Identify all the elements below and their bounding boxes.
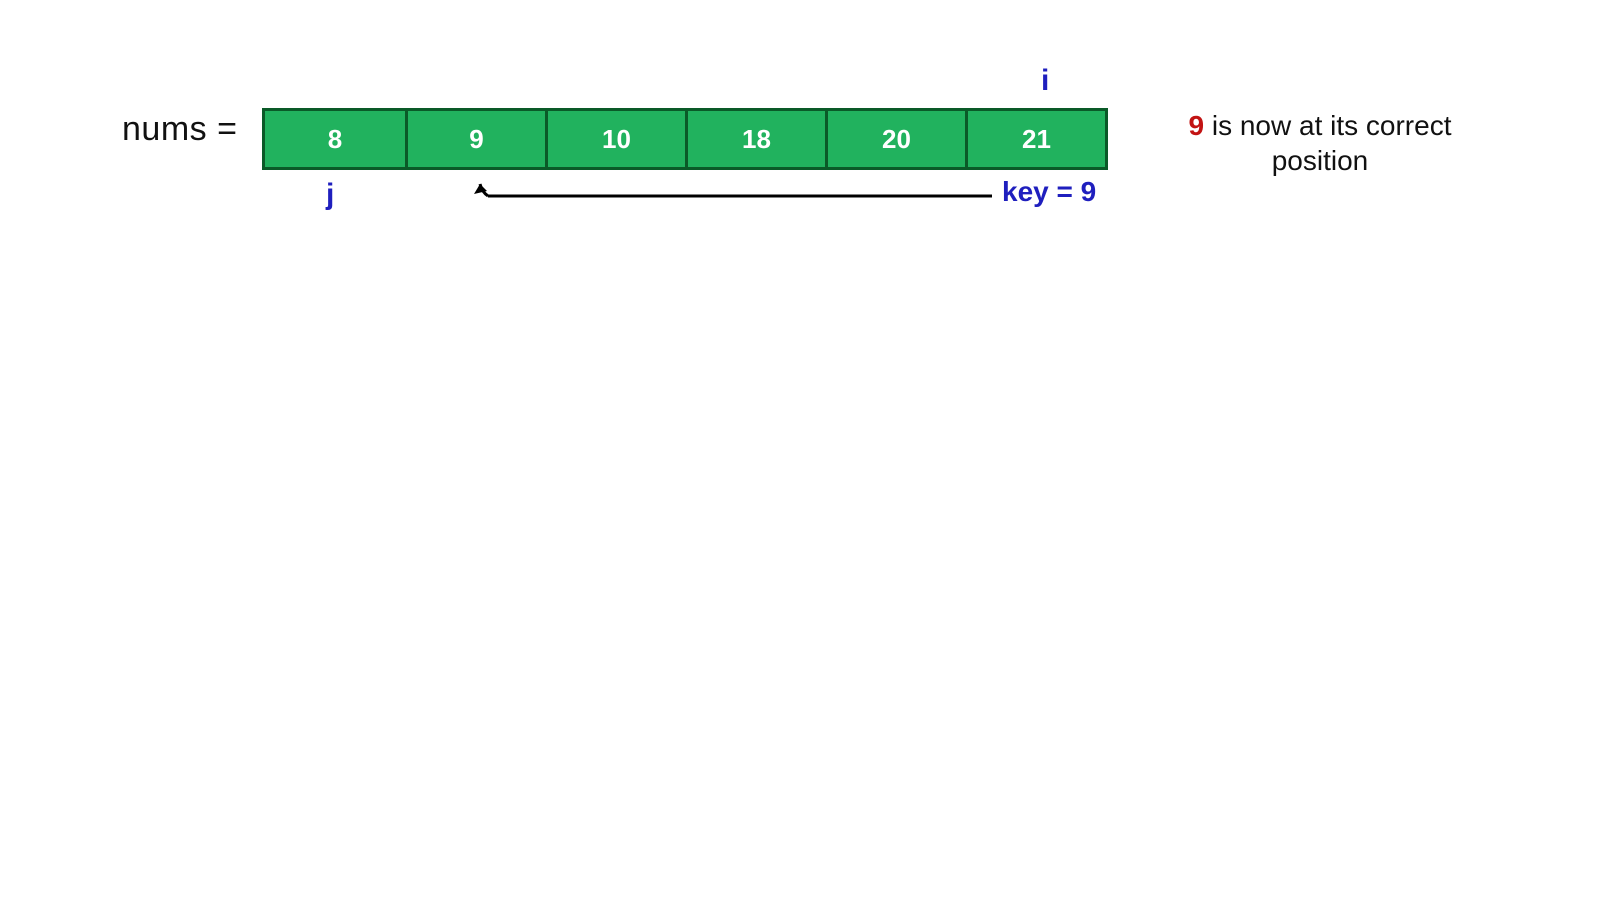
array-cell-0: 8	[265, 111, 405, 167]
array-cell-4: 20	[825, 111, 965, 167]
caption-rest: is now at its correct position	[1204, 110, 1451, 176]
array-cell-1: 9	[405, 111, 545, 167]
array-label: nums =	[122, 110, 237, 149]
key-label: key = 9	[1002, 176, 1096, 208]
array-row: 8 9 10 18 20 21	[262, 108, 1108, 170]
array-cell-3: 18	[685, 111, 825, 167]
array-cell-5: 21	[965, 111, 1105, 167]
pointer-i: i	[1041, 64, 1049, 98]
array-cell-2: 10	[545, 111, 685, 167]
key-arrow	[470, 178, 1000, 208]
caption-highlight: 9	[1189, 110, 1205, 141]
pointer-j: j	[326, 178, 334, 212]
diagram-stage: nums = 8 9 10 18 20 21 i j key = 9 9 is …	[0, 0, 1600, 900]
caption: 9 is now at its correct position	[1160, 108, 1480, 178]
